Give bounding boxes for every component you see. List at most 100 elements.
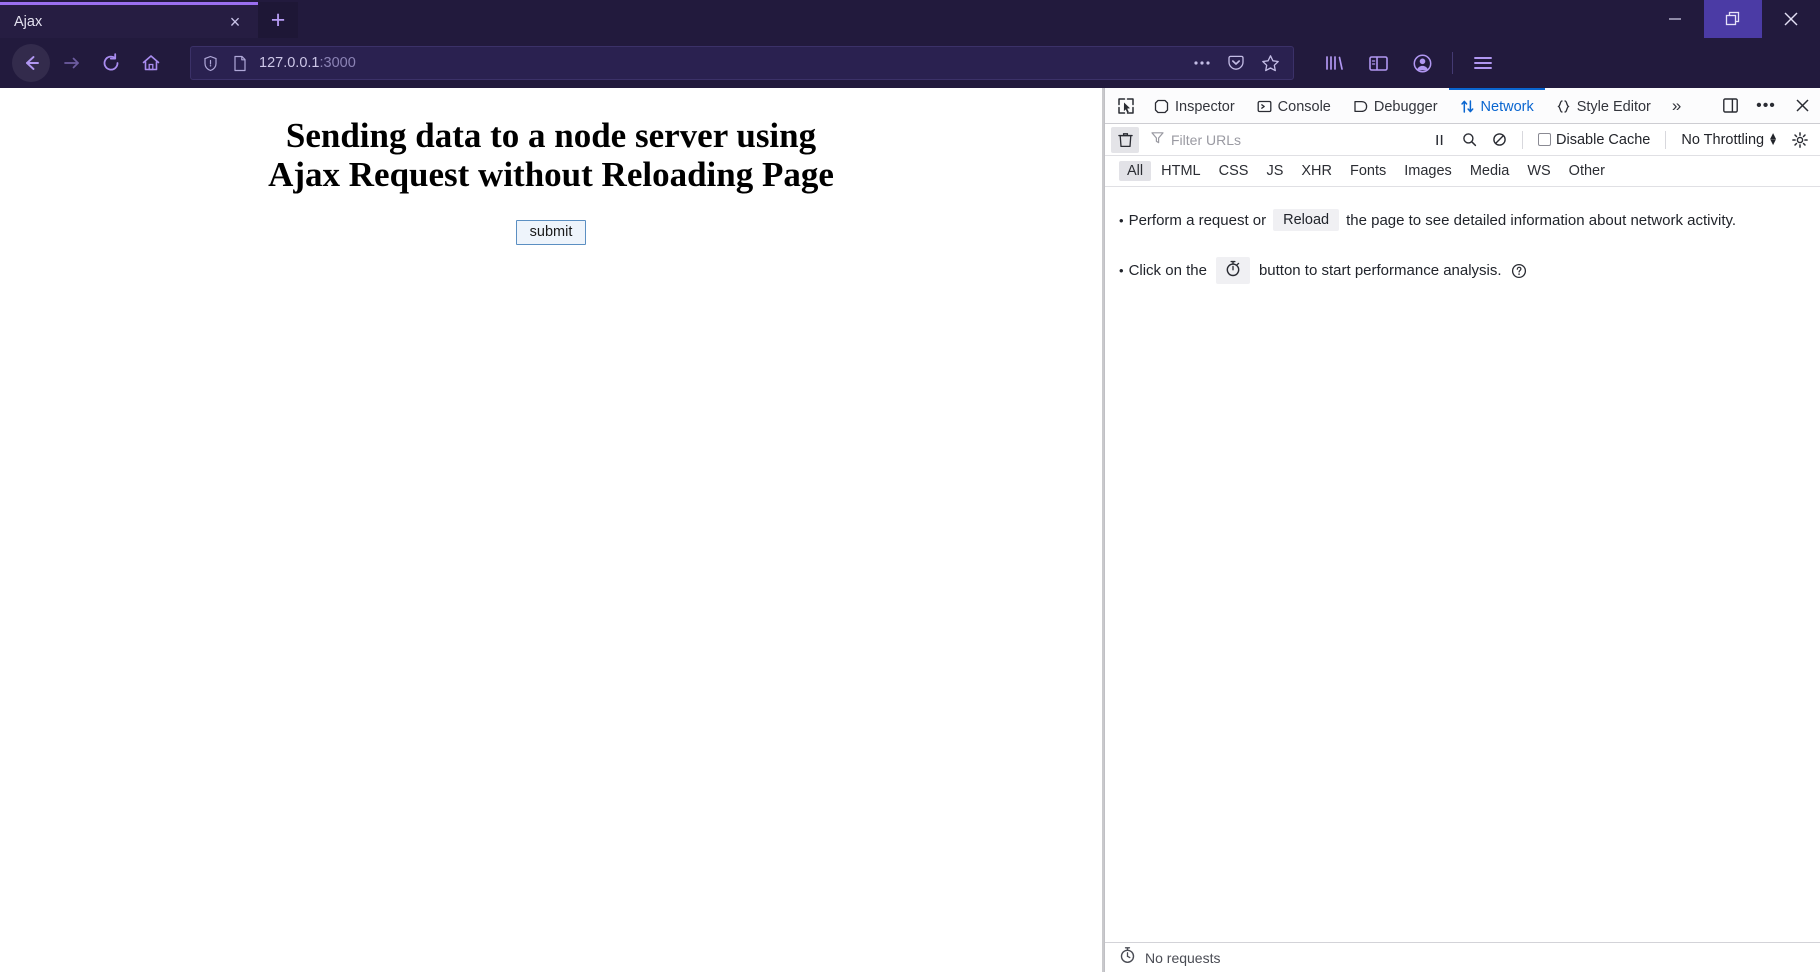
back-button[interactable]	[12, 44, 50, 82]
navigation-toolbar: 127.0.0.1:3000	[0, 38, 1820, 88]
submit-button[interactable]: submit	[515, 220, 587, 246]
filter-other[interactable]: Other	[1561, 161, 1613, 181]
hamburger-menu-icon[interactable]	[1463, 44, 1503, 82]
restore-button[interactable]	[1704, 0, 1762, 38]
url-text[interactable]: 127.0.0.1:3000	[259, 55, 1179, 71]
stopwatch-icon	[1225, 260, 1241, 281]
status-stopwatch-icon[interactable]	[1119, 946, 1136, 969]
close-button[interactable]	[1762, 0, 1820, 38]
search-icon[interactable]	[1455, 127, 1483, 153]
sidebar-icon[interactable]	[1358, 44, 1398, 82]
browser-window: Ajax × + 127.0.0.1:3000 Sending data to …	[0, 0, 1820, 972]
library-icon[interactable]	[1314, 44, 1354, 82]
reload-page-button[interactable]: Reload	[1273, 209, 1340, 231]
empty-state-line-2: • Click on the button to start performan…	[1119, 257, 1806, 284]
tab-style-editor[interactable]: Style Editor	[1545, 88, 1662, 123]
filter-ws[interactable]: WS	[1519, 161, 1558, 181]
devtools-tab-bar: Inspector Console Debugger Network Style…	[1105, 88, 1820, 124]
status-text: No requests	[1145, 949, 1221, 966]
reload-button[interactable]	[92, 44, 130, 82]
filter-css[interactable]: CSS	[1211, 161, 1257, 181]
help-circle-icon[interactable]	[1511, 263, 1527, 279]
page-viewport: Sending data to a node server using Ajax…	[0, 88, 1102, 972]
filter-html[interactable]: HTML	[1153, 161, 1208, 181]
disable-cache-checkbox[interactable]: Disable Cache	[1532, 132, 1656, 148]
network-toolbar-right: Disable Cache No Throttling ▲ ▼	[1425, 127, 1814, 153]
page-actions-icon[interactable]	[1187, 49, 1217, 77]
page-info-icon[interactable]	[229, 55, 251, 72]
empty-line2-before: Click on the	[1128, 262, 1207, 279]
toolbar-separator	[1452, 52, 1453, 74]
forward-button[interactable]	[52, 44, 90, 82]
empty-state-line-1: • Perform a request or Reload the page t…	[1119, 209, 1806, 231]
toolbar-divider	[1522, 130, 1524, 149]
bullet-1: •	[1119, 212, 1124, 228]
filter-media[interactable]: Media	[1462, 161, 1518, 181]
filter-images[interactable]: Images	[1396, 161, 1460, 181]
address-bar-actions	[1187, 49, 1285, 77]
tab-inspector[interactable]: Inspector	[1143, 88, 1246, 123]
tab-network[interactable]: Network	[1448, 88, 1545, 123]
dock-position-icon[interactable]	[1712, 88, 1748, 123]
tab-close-icon[interactable]: ×	[222, 9, 248, 35]
debugger-icon	[1353, 99, 1368, 114]
home-button[interactable]	[132, 44, 170, 82]
tab-style-editor-label: Style Editor	[1576, 98, 1651, 115]
tab-network-label: Network	[1480, 98, 1534, 115]
block-requests-icon[interactable]	[1485, 127, 1513, 153]
empty-line2-after: button to start performance analysis.	[1258, 262, 1502, 279]
filter-urls-placeholder: Filter URLs	[1171, 131, 1242, 148]
account-icon[interactable]	[1402, 44, 1442, 82]
disable-cache-label: Disable Cache	[1556, 131, 1651, 148]
page-title: Sending data to a node server using Ajax…	[268, 116, 834, 195]
tab-title: Ajax	[14, 13, 43, 30]
tab-inspector-label: Inspector	[1175, 98, 1235, 115]
tracking-protection-icon[interactable]	[199, 55, 221, 72]
filter-fonts[interactable]: Fonts	[1342, 161, 1394, 181]
network-toolbar: Filter URLs Disable Cache No Throttling …	[1105, 124, 1820, 156]
tab-debugger-label: Debugger	[1373, 98, 1438, 115]
throttling-select[interactable]: No Throttling ▲ ▼	[1675, 132, 1784, 148]
form-actions: submit	[0, 220, 1102, 246]
devtools-tabbar-actions: •••	[1712, 88, 1820, 123]
url-host: 127.0.0.1	[259, 55, 320, 71]
empty-line1-after: the page to see detailed information abo…	[1346, 211, 1737, 229]
network-empty-state: • Perform a request or Reload the page t…	[1105, 187, 1820, 942]
filter-urls-input[interactable]: Filter URLs	[1143, 128, 1421, 152]
pocket-icon[interactable]	[1221, 49, 1251, 77]
tab-console[interactable]: Console	[1246, 88, 1342, 123]
filter-js[interactable]: JS	[1258, 161, 1291, 181]
window-controls	[1646, 0, 1820, 38]
filter-xhr[interactable]: XHR	[1293, 161, 1340, 181]
devtools-panel: Inspector Console Debugger Network Style…	[1104, 88, 1820, 972]
tab-debugger[interactable]: Debugger	[1342, 88, 1449, 123]
toolbar-divider-2	[1665, 130, 1667, 149]
chevron-updown-icon: ▲ ▼	[1768, 131, 1778, 148]
address-bar[interactable]: 127.0.0.1:3000	[190, 46, 1294, 80]
toolbar-right-buttons	[1310, 44, 1503, 82]
filter-all[interactable]: All	[1119, 161, 1152, 181]
empty-line1-before: Perform a request or	[1128, 211, 1267, 229]
url-port: :3000	[319, 55, 356, 71]
network-filter-types: All HTML CSS JS XHR Fonts Images Media W…	[1105, 156, 1820, 187]
throttling-value: No Throttling	[1681, 131, 1765, 148]
network-settings-gear-icon[interactable]	[1786, 127, 1814, 153]
devtools-close-icon[interactable]	[1784, 88, 1820, 123]
tab-console-label: Console	[1277, 98, 1331, 115]
bullet-2: •	[1119, 263, 1124, 278]
style-editor-icon	[1556, 99, 1571, 114]
element-picker-icon[interactable]	[1109, 88, 1143, 123]
devtools-overflow-button[interactable]: »	[1662, 88, 1691, 123]
browser-tab-active[interactable]: Ajax ×	[0, 2, 258, 38]
bookmark-star-icon[interactable]	[1255, 49, 1285, 77]
console-icon	[1257, 99, 1272, 114]
network-icon	[1460, 99, 1475, 114]
new-tab-button[interactable]: +	[258, 2, 298, 38]
pause-icon[interactable]	[1425, 127, 1453, 153]
devtools-meatball-icon[interactable]: •••	[1748, 88, 1784, 123]
minimize-button[interactable]	[1646, 0, 1704, 38]
title-bar: Ajax × +	[0, 0, 1820, 38]
filter-funnel-icon	[1151, 131, 1164, 149]
performance-analysis-button[interactable]	[1215, 257, 1250, 284]
clear-requests-button[interactable]	[1111, 126, 1139, 153]
